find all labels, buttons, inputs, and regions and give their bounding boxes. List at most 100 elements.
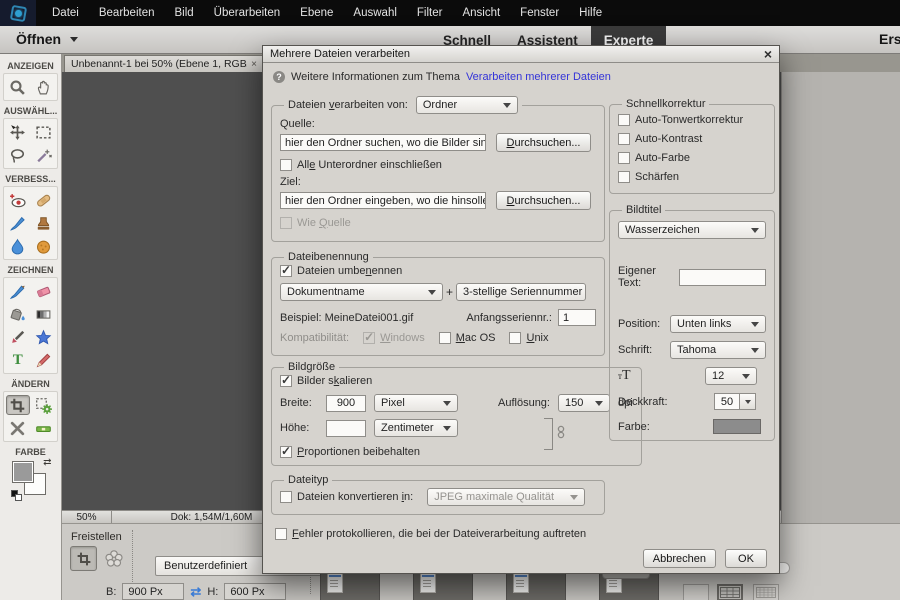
help-link[interactable]: Verarbeiten mehrerer Dateien xyxy=(466,71,611,83)
help-icon[interactable]: ? xyxy=(273,71,285,83)
menu-ansicht[interactable]: Ansicht xyxy=(452,0,510,26)
auto-contrast-checkbox[interactable] xyxy=(618,133,630,145)
menu-hilfe[interactable]: Hilfe xyxy=(569,0,612,26)
name-part2-dropdown[interactable]: 3-stellige Seriennummer xyxy=(456,283,586,301)
grid-overlay-thirds-button[interactable] xyxy=(717,584,743,600)
sharpen-checkbox[interactable] xyxy=(618,171,630,183)
quick-selection-tool-icon[interactable] xyxy=(31,145,55,165)
move-tool-icon[interactable] xyxy=(6,122,30,142)
name-part1-dropdown[interactable]: Dokumentname xyxy=(280,283,443,301)
sponge-tool-icon[interactable] xyxy=(31,236,55,256)
blur-tool-icon[interactable] xyxy=(6,236,30,256)
marquee-tool-icon[interactable] xyxy=(31,122,55,142)
auto-color-checkbox[interactable] xyxy=(618,152,630,164)
clone-stamp-tool-icon[interactable] xyxy=(31,213,55,233)
close-icon[interactable]: × xyxy=(764,47,772,61)
log-errors-checkbox[interactable] xyxy=(275,528,287,540)
menu-filter[interactable]: Filter xyxy=(407,0,453,26)
cookie-cutter-tool-icon[interactable] xyxy=(104,549,124,569)
position-dropdown[interactable]: Unten links xyxy=(670,315,766,333)
font-dropdown[interactable]: Tahoma xyxy=(670,341,766,359)
crop-tool-option-button[interactable] xyxy=(70,546,97,571)
source-path-input[interactable]: hier den Ordner suchen, wo die Bilder si… xyxy=(280,134,486,151)
auto-levels-checkbox[interactable] xyxy=(618,114,630,126)
height-input[interactable] xyxy=(326,420,366,437)
document-tab[interactable]: Unbenannt-1 bei 50% (Ebene 1, RGB/8) * × xyxy=(64,55,264,72)
custom-shape-tool-icon[interactable] xyxy=(31,327,55,347)
brush-tool-icon[interactable] xyxy=(6,281,30,301)
target-browse-button[interactable]: Durchsuchen... xyxy=(496,191,591,210)
height-unit-dropdown[interactable]: Zentimeter xyxy=(374,419,458,437)
dialog-title-bar[interactable]: Mehrere Dateien verarbeiten × xyxy=(263,46,779,63)
rename-files-checkbox[interactable] xyxy=(280,265,292,277)
target-path-input[interactable]: hier den Ordner eingeben, wo die hinsoll… xyxy=(280,192,486,209)
pencil-tool-icon[interactable] xyxy=(31,350,55,370)
crop-tool-icon[interactable] xyxy=(6,395,30,415)
starting-serial-label: Anfangsseriennr.: xyxy=(466,312,552,324)
crop-width-input[interactable]: 900 Px xyxy=(122,583,184,600)
gradient-tool-icon[interactable] xyxy=(31,304,55,324)
opacity-dropdown-button[interactable] xyxy=(740,393,756,410)
recompose-tool-icon[interactable] xyxy=(31,395,55,415)
menu-fenster[interactable]: Fenster xyxy=(510,0,569,26)
swap-colors-icon[interactable]: ⇄ xyxy=(43,457,51,468)
zoom-tool-icon[interactable] xyxy=(6,77,30,97)
source-label: Quelle: xyxy=(280,118,596,130)
opacity-spinner[interactable]: 50 xyxy=(714,393,756,410)
compat-windows-label: Windows xyxy=(380,332,425,344)
eyedropper-tool-icon[interactable] xyxy=(6,327,30,347)
healing-brush-tool-icon[interactable] xyxy=(31,190,55,210)
menu-ueberarbeiten[interactable]: Überarbeiten xyxy=(204,0,290,26)
swap-dimensions-icon[interactable]: ⇄ xyxy=(190,584,201,600)
menu-bild[interactable]: Bild xyxy=(164,0,203,26)
name-part2-value: 3-stellige Seriennummer xyxy=(463,286,582,298)
open-button[interactable]: Öffnen xyxy=(16,31,78,47)
quick-fix-group: Schnellkorrektur Auto-Tonwertkorrektur A… xyxy=(609,98,775,194)
ok-button[interactable]: OK xyxy=(725,549,767,568)
caption-type-dropdown[interactable]: Wasserzeichen xyxy=(618,221,766,239)
grid-overlay-none-button[interactable] xyxy=(683,584,709,600)
smart-brush-tool-icon[interactable] xyxy=(6,213,30,233)
red-eye-tool-icon[interactable] xyxy=(6,190,30,210)
caption-color-swatch[interactable] xyxy=(713,419,761,434)
auto-contrast-label: Auto-Kontrast xyxy=(635,133,702,145)
paint-bucket-tool-icon[interactable] xyxy=(6,304,30,324)
help-text: Weitere Informationen zum Thema xyxy=(291,71,460,83)
width-input[interactable]: 900 xyxy=(326,395,366,412)
process-from-dropdown[interactable]: Ordner xyxy=(416,96,518,114)
hand-tool-icon[interactable] xyxy=(31,77,55,97)
content-aware-move-tool-icon[interactable] xyxy=(6,418,30,438)
convert-files-checkbox[interactable] xyxy=(280,491,292,503)
resize-images-checkbox[interactable] xyxy=(280,375,292,387)
compat-unix-checkbox[interactable] xyxy=(509,332,521,344)
compat-macos-checkbox[interactable] xyxy=(439,332,451,344)
font-size-dropdown[interactable]: 12 xyxy=(705,367,757,385)
grid-overlay-grid-button[interactable] xyxy=(753,584,779,600)
height-label: Höhe: xyxy=(280,422,318,434)
menu-auswahl[interactable]: Auswahl xyxy=(343,0,406,26)
right-panel-area xyxy=(781,54,900,523)
tab-close-icon[interactable]: × xyxy=(251,59,257,70)
type-tool-icon[interactable]: T xyxy=(6,350,30,370)
foreground-color-swatch[interactable] xyxy=(12,461,34,483)
menu-datei[interactable]: Datei xyxy=(42,0,89,26)
straighten-tool-icon[interactable] xyxy=(31,418,55,438)
rename-files-label: Dateien umbenennen xyxy=(297,265,402,277)
default-colors-icon[interactable] xyxy=(11,490,22,501)
menu-bearbeiten[interactable]: Bearbeiten xyxy=(89,0,165,26)
opacity-value[interactable]: 50 xyxy=(714,393,740,410)
include-subfolders-checkbox[interactable] xyxy=(280,159,292,171)
starting-serial-input[interactable]: 1 xyxy=(558,309,596,326)
create-button[interactable]: Erstellen xyxy=(879,31,900,47)
eraser-tool-icon[interactable] xyxy=(31,281,55,301)
menu-ebene[interactable]: Ebene xyxy=(290,0,343,26)
zoom-level-indicator[interactable]: 50% xyxy=(62,511,112,524)
source-browse-button[interactable]: Durchsuchen... xyxy=(496,133,591,152)
resolution-dropdown[interactable]: 150 xyxy=(558,394,610,412)
custom-text-input[interactable] xyxy=(679,269,767,286)
width-unit-dropdown[interactable]: Pixel xyxy=(374,394,458,412)
cancel-button[interactable]: Abbrechen xyxy=(643,549,716,568)
lasso-tool-icon[interactable] xyxy=(6,145,30,165)
crop-height-input[interactable]: 600 Px xyxy=(224,583,286,600)
constrain-proportions-checkbox[interactable] xyxy=(280,446,292,458)
